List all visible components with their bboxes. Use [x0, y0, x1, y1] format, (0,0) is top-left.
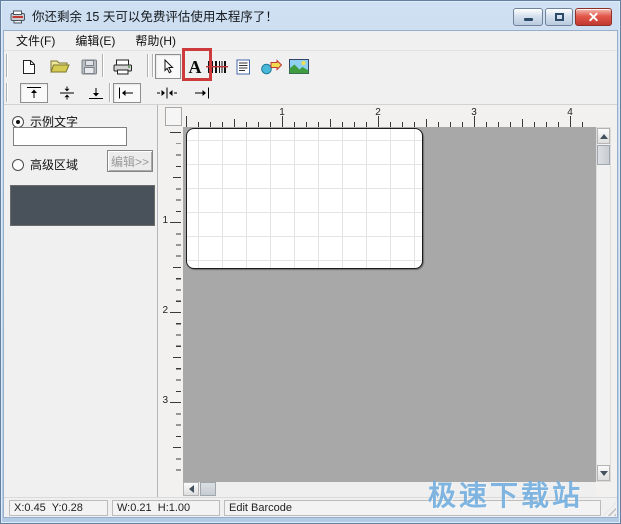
horizontal-scrollbar[interactable] [183, 482, 596, 497]
align-left-icon [119, 87, 133, 99]
align-bottom-button[interactable] [82, 83, 110, 103]
align-right-icon [195, 87, 209, 99]
toolbar-separator [102, 54, 104, 77]
align-right-button[interactable] [187, 83, 215, 103]
scroll-down-button[interactable] [597, 465, 610, 481]
vertical-scroll-thumb[interactable] [597, 145, 610, 165]
align-top-button[interactable] [20, 83, 48, 103]
image-tool-button[interactable] [286, 54, 312, 79]
arrow-up-icon [599, 133, 608, 139]
radio-selected-icon [12, 115, 24, 128]
status-position: X:0.45 Y:0.28 [9, 500, 108, 516]
text-tool-icon: A [188, 56, 202, 77]
side-panel: 示例文字 高级区域 编辑>> [4, 105, 157, 497]
advanced-area-radio[interactable]: 高级区域 [12, 156, 78, 173]
vertical-scrollbar[interactable] [596, 127, 611, 482]
barcode-tool-button[interactable] [204, 54, 230, 79]
horizontal-scroll-thumb[interactable] [200, 482, 216, 496]
main-toolbar: A [4, 51, 617, 81]
toolbar-separator [109, 83, 111, 102]
shape-tool-icon [261, 58, 282, 74]
text-block-tool-button[interactable] [230, 54, 256, 79]
sample-text-input[interactable] [13, 127, 127, 146]
select-tool-button[interactable] [155, 54, 181, 79]
radio-unselected-icon [12, 158, 24, 171]
title-bar: 你还剩余 15 天可以免费评估使用本程序了！ [3, 3, 618, 30]
status-bar: X:0.45 Y:0.28 W:0.21 H:1.00 Edit Barcode [4, 497, 617, 517]
canvas-area: 1 2 3 4 1 2 3 [157, 105, 617, 497]
open-folder-icon [50, 60, 70, 73]
arrow-down-icon [599, 470, 608, 476]
save-icon [81, 59, 97, 74]
text-block-tool-icon [236, 59, 250, 74]
vruler-number: 1 [162, 215, 168, 226]
hruler-number: 1 [279, 107, 285, 118]
toolbar-separator [147, 54, 149, 77]
hruler-number: 3 [471, 107, 477, 118]
hruler-number: 2 [375, 107, 381, 118]
edit-button[interactable]: 编辑>> [107, 150, 153, 172]
align-left-button[interactable] [113, 83, 141, 103]
align-center-icon [157, 87, 177, 99]
open-file-button[interactable] [47, 54, 73, 79]
new-document-button[interactable] [16, 54, 42, 79]
shape-tool-button[interactable] [258, 54, 284, 79]
toolbar-separator [152, 54, 154, 77]
toolbar-grip [6, 54, 8, 77]
status-mode: Edit Barcode [224, 500, 601, 516]
status-dimensions: W:0.21 H:1.00 [112, 500, 220, 516]
label-canvas[interactable] [186, 128, 423, 269]
barcode-tool-icon [206, 60, 228, 73]
window-title: 你还剩余 15 天可以免费评估使用本程序了！ [32, 10, 278, 24]
main-area: 示例文字 高级区域 编辑>> 1 2 3 4 1 2 3 [4, 105, 617, 497]
maximize-button[interactable] [545, 7, 573, 26]
hruler-number: 4 [567, 107, 573, 118]
align-toolbar [4, 81, 617, 105]
menu-file[interactable]: 文件(F) [8, 31, 63, 51]
ruler-corner [165, 107, 182, 126]
vruler-number: 2 [162, 305, 168, 316]
align-middle-button[interactable] [53, 83, 81, 103]
vruler-number: 3 [162, 395, 168, 406]
save-button[interactable] [76, 54, 102, 79]
print-button[interactable] [110, 54, 136, 79]
print-icon [113, 59, 132, 74]
close-icon [588, 11, 599, 22]
advanced-area-label: 高级区域 [30, 158, 79, 172]
new-document-icon [23, 59, 35, 74]
menu-help[interactable]: 帮助(H) [127, 31, 184, 51]
vertical-ruler [176, 132, 181, 479]
align-middle-icon [60, 86, 74, 100]
image-tool-icon [289, 59, 309, 74]
align-top-icon [27, 87, 41, 98]
menu-edit[interactable]: 编辑(E) [67, 31, 123, 51]
window-client: 文件(F) 编辑(E) 帮助(H) A 示例文字 高级区域 编辑>> 1 2 3… [3, 30, 618, 518]
align-bottom-icon [89, 88, 103, 99]
design-viewport[interactable] [183, 127, 596, 482]
close-button[interactable] [575, 7, 612, 26]
app-window: 你还剩余 15 天可以免费评估使用本程序了！ 文件(F) 编辑(E) 帮助(H) [0, 0, 621, 524]
minimize-icon [523, 18, 533, 21]
app-icon [10, 10, 26, 24]
arrow-left-icon [188, 485, 194, 493]
maximize-icon [554, 12, 564, 21]
scroll-up-button[interactable] [597, 128, 610, 144]
select-cursor-icon [164, 59, 174, 74]
minimize-button[interactable] [513, 7, 543, 26]
menu-bar: 文件(F) 编辑(E) 帮助(H) [4, 31, 617, 51]
resize-grip[interactable] [603, 503, 616, 516]
align-center-button[interactable] [153, 83, 181, 103]
preview-box [10, 185, 155, 226]
toolbar-grip [6, 83, 8, 102]
scroll-left-button[interactable] [183, 482, 199, 496]
